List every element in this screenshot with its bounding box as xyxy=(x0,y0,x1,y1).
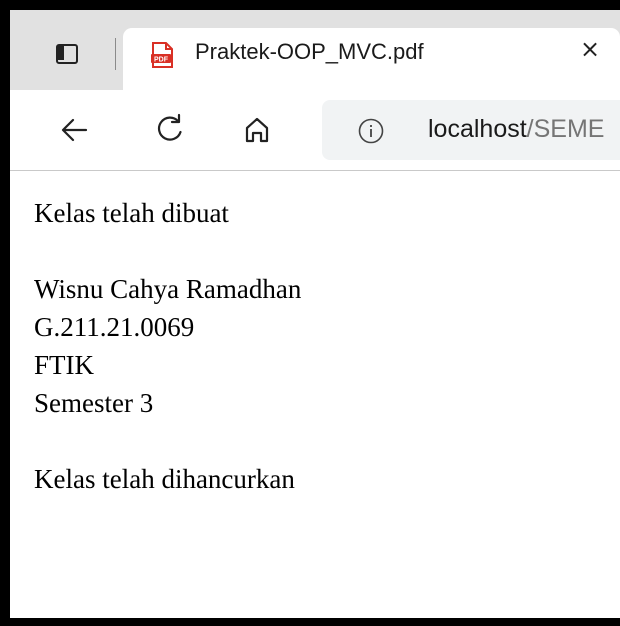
tab-active[interactable]: PDF Praktek-OOP_MVC.pdf × xyxy=(123,28,620,90)
student-semester: Semester 3 xyxy=(34,388,154,418)
destroyed-message: Kelas telah dihancurkan xyxy=(34,464,295,494)
home-icon[interactable] xyxy=(235,110,279,150)
tab-title: Praktek-OOP_MVC.pdf xyxy=(195,39,424,64)
browser-window: PDF Praktek-OOP_MVC.pdf × localhost/SEME… xyxy=(0,0,620,626)
student-nim: G.211.21.0069 xyxy=(34,312,195,342)
address-bar[interactable]: localhost/SEME xyxy=(322,100,620,160)
pdf-icon: PDF xyxy=(151,42,173,68)
created-message: Kelas telah dibuat xyxy=(34,198,229,228)
url-text[interactable]: localhost/SEME xyxy=(428,115,604,144)
toolbar: localhost/SEME xyxy=(10,90,620,171)
url-path: /SEME xyxy=(526,115,605,143)
page-content: Kelas telah dibuat Wisnu Cahya Ramadhan … xyxy=(34,194,614,498)
tab-actions-icon[interactable] xyxy=(56,44,78,64)
student-faculty: FTIK xyxy=(34,350,94,380)
svg-text:PDF: PDF xyxy=(154,57,169,64)
url-host: localhost xyxy=(428,115,527,143)
tab-close-button[interactable]: × xyxy=(580,37,600,61)
tab-strip: PDF Praktek-OOP_MVC.pdf × xyxy=(10,10,620,90)
back-arrow-icon[interactable] xyxy=(54,110,98,150)
info-icon[interactable] xyxy=(358,118,384,144)
tab-separator xyxy=(115,38,116,70)
student-name: Wisnu Cahya Ramadhan xyxy=(34,274,302,304)
reload-icon[interactable] xyxy=(148,110,192,150)
